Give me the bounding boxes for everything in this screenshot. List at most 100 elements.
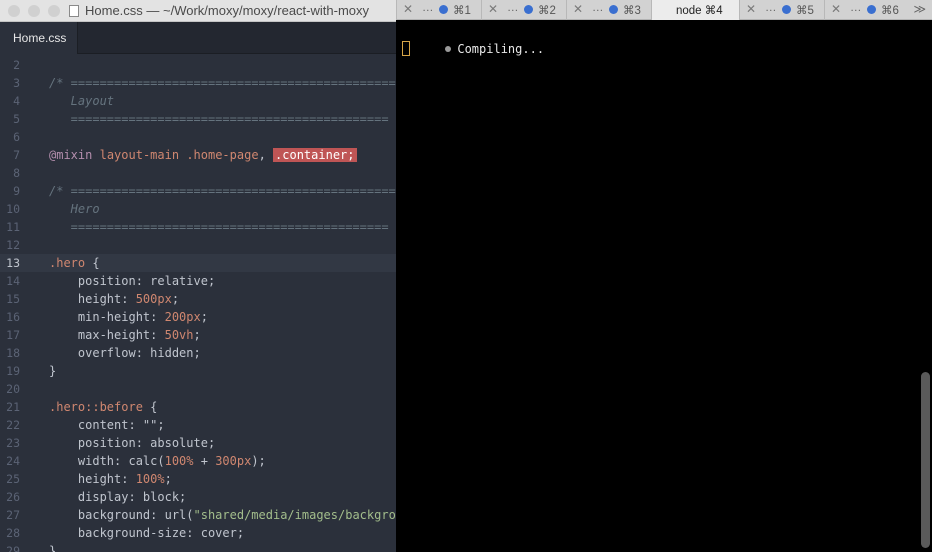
status-dot-icon [445, 46, 452, 52]
line-number: 23 [6, 436, 20, 450]
terminal-tab[interactable]: ✕ … ⌘1 [396, 0, 481, 20]
line-number: 29 [6, 544, 20, 552]
terminal-tab-bar: ✕ … ⌘1 ✕ … ⌘2 ✕ … ⌘3 node ⌘4 ✕ … ⌘5 ✕ … ⌘6 ≫ [396, 0, 932, 20]
code-line[interactable]: 28 background-size: cover; [0, 524, 396, 542]
code-line[interactable]: 18 overflow: hidden; [0, 344, 396, 362]
editor-titlebar: Home.css — ~/Work/moxy/moxy/react-with-m… [0, 0, 396, 22]
code-line[interactable]: 3 /* ====================================… [0, 74, 396, 92]
ellipsis-icon: … [850, 2, 862, 14]
code-line[interactable]: 26 display: block; [0, 488, 396, 506]
code-line[interactable]: 21 .hero::before { [0, 398, 396, 416]
code-text: Layout [49, 94, 115, 108]
line-number: 10 [6, 202, 20, 216]
terminal-tab[interactable]: node ⌘4 [651, 0, 739, 20]
line-number: 21 [6, 400, 20, 414]
node-status-icon [439, 5, 448, 14]
terminal-window: ✕ … ⌘1 ✕ … ⌘2 ✕ … ⌘3 node ⌘4 ✕ … ⌘5 ✕ … ⌘6 ≫ Compiling..… [396, 0, 932, 552]
code-line[interactable]: 22 content: ""; [0, 416, 396, 434]
minimize-window-button[interactable] [28, 5, 40, 17]
code-line[interactable]: 4 Layout [0, 92, 396, 110]
tab-home-css[interactable]: Home.css [0, 22, 78, 54]
line-number: 12 [6, 238, 20, 252]
code-line[interactable]: 16 min-height: 200px; [0, 308, 396, 326]
code-text: content: ""; [49, 418, 165, 432]
line-number: 25 [6, 472, 20, 486]
code-line[interactable]: 8 [0, 164, 396, 182]
code-text: } [49, 364, 57, 378]
code-text: height: 100%; [49, 472, 172, 486]
line-number: 20 [6, 382, 20, 396]
line-number: 16 [6, 310, 20, 324]
terminal-output[interactable]: Compiling... [400, 22, 912, 56]
code-line[interactable]: 23 position: absolute; [0, 434, 396, 452]
ellipsis-icon: … [422, 2, 434, 14]
code-line[interactable]: 7 @mixin layout-main .home-page, .contain… [0, 146, 396, 164]
code-text: background: url("shared/media/images/bac… [49, 508, 396, 522]
line-number: 2 [13, 58, 20, 72]
line-number: 14 [6, 274, 20, 288]
terminal-tab-label: node ⌘4 [676, 5, 723, 17]
code-line[interactable]: 25 height: 100%; [0, 470, 396, 488]
code-text: width: calc(100% + 300px); [49, 454, 266, 468]
code-text: max-height: 50vh; [49, 328, 201, 342]
terminal-tab-label: ⌘5 [796, 5, 814, 17]
code-text: background-size: cover; [49, 526, 245, 540]
close-tab-icon[interactable]: ✕ [746, 2, 756, 16]
terminal-tab[interactable]: ✕ … ⌘6 [824, 0, 909, 20]
close-window-button[interactable] [8, 5, 20, 17]
code-line[interactable]: 9 /* ====================================… [0, 182, 396, 200]
terminal-tab[interactable]: ✕ … ⌘2 [481, 0, 566, 20]
line-number: 22 [6, 418, 20, 432]
code-line[interactable]: 10 Hero [0, 200, 396, 218]
code-line[interactable]: 13 .hero { [0, 254, 396, 272]
code-line[interactable]: 24 width: calc(100% + 300px); [0, 452, 396, 470]
code-text: height: 500px; [49, 292, 180, 306]
document-icon [69, 5, 79, 17]
code-text: min-height: 200px; [49, 310, 208, 324]
terminal-tab-label: ⌘6 [881, 5, 899, 17]
code-text: position: absolute; [49, 436, 216, 450]
line-number: 5 [13, 112, 20, 126]
window-title: Home.css — ~/Work/moxy/moxy/react-with-m… [85, 3, 370, 18]
node-status-icon [524, 5, 533, 14]
zoom-window-button[interactable] [48, 5, 60, 17]
line-number: 7 [13, 148, 20, 162]
code-line[interactable]: 20 [0, 380, 396, 398]
code-text: @mixin layout-main .home-page, .containe… [49, 148, 357, 162]
node-status-icon [609, 5, 618, 14]
code-line[interactable]: 15 height: 500px; [0, 290, 396, 308]
terminal-scrollbar[interactable] [921, 372, 930, 548]
terminal-line: Compiling... [400, 22, 912, 56]
code-line[interactable]: 11 =====================================… [0, 218, 396, 236]
close-tab-icon[interactable]: ✕ [573, 2, 583, 16]
code-text: /* =====================================… [49, 184, 396, 198]
close-tab-icon[interactable]: ✕ [831, 2, 841, 16]
line-number: 27 [6, 508, 20, 522]
more-tabs-icon[interactable]: ≫ [913, 2, 926, 16]
code-line[interactable]: 19} [0, 362, 396, 380]
terminal-tab[interactable]: ✕ … ⌘3 [566, 0, 651, 20]
code-text: position: relative; [49, 274, 216, 288]
line-number: 3 [13, 76, 20, 90]
terminal-tab[interactable]: ✕ … ⌘5 [739, 0, 824, 20]
ellipsis-icon: … [592, 2, 604, 14]
close-tab-icon[interactable]: ✕ [488, 2, 498, 16]
ellipsis-icon: … [507, 2, 519, 14]
ellipsis-icon: … [765, 2, 777, 14]
code-line[interactable]: 27 background: url("shared/media/images/… [0, 506, 396, 524]
node-status-icon [867, 5, 876, 14]
code-line[interactable]: 5 ======================================… [0, 110, 396, 128]
code-text: ========================================… [49, 112, 389, 126]
code-line[interactable]: 17 max-height: 50vh; [0, 326, 396, 344]
line-number: 19 [6, 364, 20, 378]
line-number: 15 [6, 292, 20, 306]
close-tab-icon[interactable]: ✕ [403, 2, 413, 16]
code-area[interactable]: 2 3/* ===================================… [0, 56, 396, 552]
line-number: 24 [6, 454, 20, 468]
code-line[interactable]: 12 [0, 236, 396, 254]
code-line[interactable]: 2 [0, 56, 396, 74]
line-number: 9 [13, 184, 20, 198]
code-line[interactable]: 29} [0, 542, 396, 552]
code-line[interactable]: 6 [0, 128, 396, 146]
code-line[interactable]: 14 position: relative; [0, 272, 396, 290]
